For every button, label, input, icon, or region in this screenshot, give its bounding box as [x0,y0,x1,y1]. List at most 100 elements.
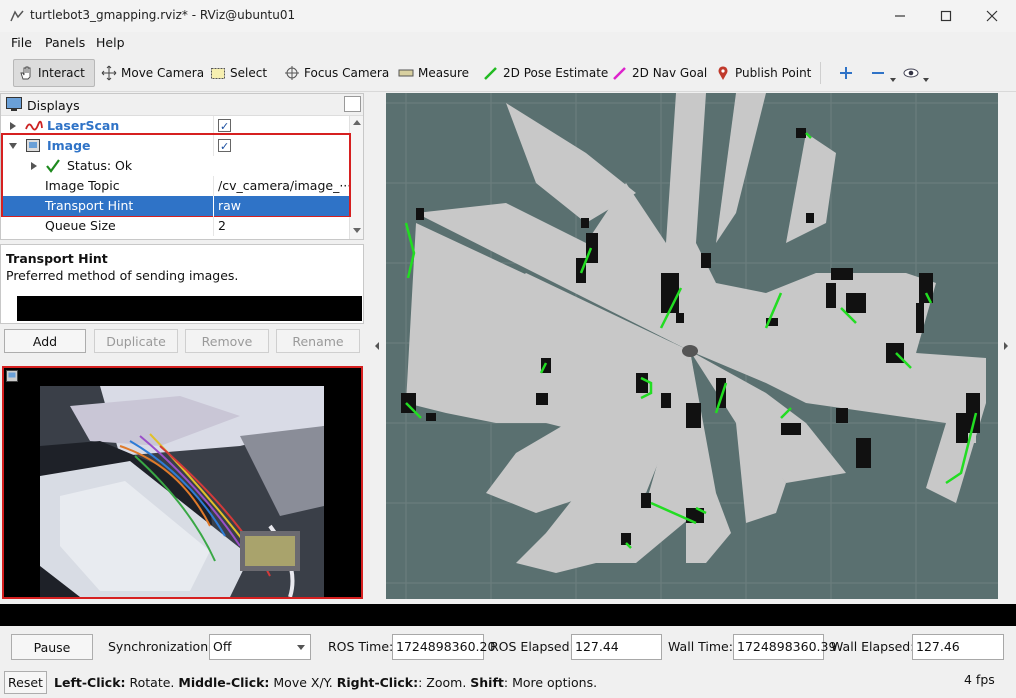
camera-image [40,386,324,597]
middle-click-desc: Move X/Y. [269,675,337,690]
close-icon[interactable] [969,0,1015,32]
property-image-topic[interactable]: Image Topic /cv_camera/image_··· [1,176,349,196]
display-name: LaserScan [47,118,120,133]
shift-key: Shift [470,675,504,690]
displays-icon [6,97,22,111]
property-value[interactable]: 2 [213,216,349,236]
add-tool-button[interactable] [834,59,858,87]
wall-elapsed-field[interactable]: 127.46 [912,634,1004,660]
map-pin-icon [718,66,728,80]
left-click-key: Left-Click: [54,675,126,690]
laserscan-icon [25,120,43,131]
plus-icon [840,67,852,79]
focus-camera-tool-button[interactable]: Focus Camera [280,59,393,87]
interact-label: Interact [38,66,85,80]
laserscan-checkbox[interactable] [218,117,231,137]
property-value[interactable]: raw [213,196,349,216]
add-display-button[interactable]: Add [4,329,86,353]
title-bar: turtlebot3_gmapping.rviz* - RViz@ubuntu0… [0,0,1016,32]
select-tool-button[interactable]: Select [206,59,271,87]
display-item-image[interactable]: Image [1,136,349,157]
wall-time-field[interactable]: 1724898360.39 [733,634,836,660]
status-row[interactable]: Status: Ok [1,156,349,176]
magenta-arrow-icon [613,67,626,80]
maximize-icon[interactable] [923,0,969,32]
time-panel: Pause Synchronization: Off ROS Time: 172… [0,628,1016,666]
focus-camera-label: Focus Camera [304,66,390,80]
middle-click-key: Middle-Click: [178,675,270,690]
sync-select[interactable]: Off [209,634,311,660]
menu-help[interactable]: Help [96,35,125,50]
render-bottom-strip [0,604,1016,626]
sync-label: Synchronization: [108,639,213,654]
move-camera-tool-button[interactable]: Move Camera [97,59,208,87]
fps-counter: 4 fps [964,672,995,687]
displays-header: Displays [1,94,363,116]
occupancy-map [386,93,998,599]
displays-scrollbar[interactable] [349,116,363,239]
dropdown-arrow-icon [890,78,896,82]
2d-pose-estimate-tool-button[interactable]: 2D Pose Estimate [479,59,612,87]
right-click-key: Right-Click: [336,675,419,690]
minimize-icon[interactable] [877,0,923,32]
left-click-desc: Rotate. [125,675,179,690]
toolbar-separator [820,62,821,84]
property-name: Transport Hint [45,198,134,213]
image-checkbox[interactable] [218,137,231,157]
ros-time-field[interactable]: 1724898360.20 [392,634,495,660]
2d-nav-goal-label: 2D Nav Goal [632,66,708,80]
help-text: Left-Click: Rotate. Middle-Click: Move X… [54,675,597,690]
scroll-up-icon[interactable] [353,120,361,125]
move-camera-label: Move Camera [121,66,205,80]
interact-tool-button[interactable]: Interact [13,59,95,87]
robot-marker [682,345,698,357]
collapse-left-dock-icon[interactable] [373,340,381,352]
publish-point-tool-button[interactable]: Publish Point [711,59,815,87]
2d-nav-goal-tool-button[interactable]: 2D Nav Goal [608,59,711,87]
focus-camera-icon [285,66,299,80]
expand-arrow-icon[interactable] [31,162,37,170]
right-click-desc: : Zoom. [418,675,471,690]
minus-icon [872,72,884,74]
eye-icon [903,68,919,78]
image-display-icon [26,139,40,152]
collapse-arrow-icon[interactable] [9,143,17,149]
scroll-down-icon[interactable] [353,228,361,233]
float-panel-button[interactable] [344,96,361,112]
3d-render-view[interactable] [386,93,998,599]
displays-title: Displays [27,98,80,113]
measure-tool-button[interactable]: Measure [394,59,473,87]
move-camera-icon [101,65,117,81]
ros-elapsed-field[interactable]: 127.44 [571,634,662,660]
views-tool-button[interactable] [899,59,933,87]
image-panel-icon [6,370,18,382]
property-value[interactable]: /cv_camera/image_··· [213,176,349,196]
remove-display-button[interactable]: Remove [185,329,269,353]
collapse-right-dock-icon[interactable] [1002,340,1010,352]
pause-button[interactable]: Pause [11,634,93,660]
property-description-panel: Transport Hint Preferred method of sendi… [0,244,364,324]
display-name: Image [47,138,91,153]
property-transport-hint[interactable]: Transport Hint raw [3,196,349,216]
select-label: Select [230,66,268,80]
duplicate-display-button[interactable]: Duplicate [94,329,178,353]
tool-bar: Interact Move Camera Select Focus Camera… [0,54,1016,92]
property-name: Queue Size [45,218,116,233]
window-title: turtlebot3_gmapping.rviz* - RViz@ubuntu0… [30,8,296,22]
sync-value: Off [213,639,232,654]
display-enable-column [213,136,349,157]
menu-file[interactable]: File [11,35,32,50]
select-icon [211,68,225,79]
expand-arrow-icon[interactable] [10,122,16,130]
menu-bar: File Panels Help [0,32,1016,54]
shift-desc: : More options. [503,675,598,690]
wall-time-label: Wall Time: [668,639,733,654]
menu-panels[interactable]: Panels [45,35,85,50]
reset-button[interactable]: Reset [4,671,47,694]
remove-tool-button[interactable] [866,59,900,87]
dropdown-arrow-icon [297,645,305,650]
ros-time-label: ROS Time: [328,639,394,654]
property-queue-size[interactable]: Queue Size 2 [1,216,349,236]
publish-point-label: Publish Point [735,66,812,80]
rename-display-button[interactable]: Rename [276,329,360,353]
